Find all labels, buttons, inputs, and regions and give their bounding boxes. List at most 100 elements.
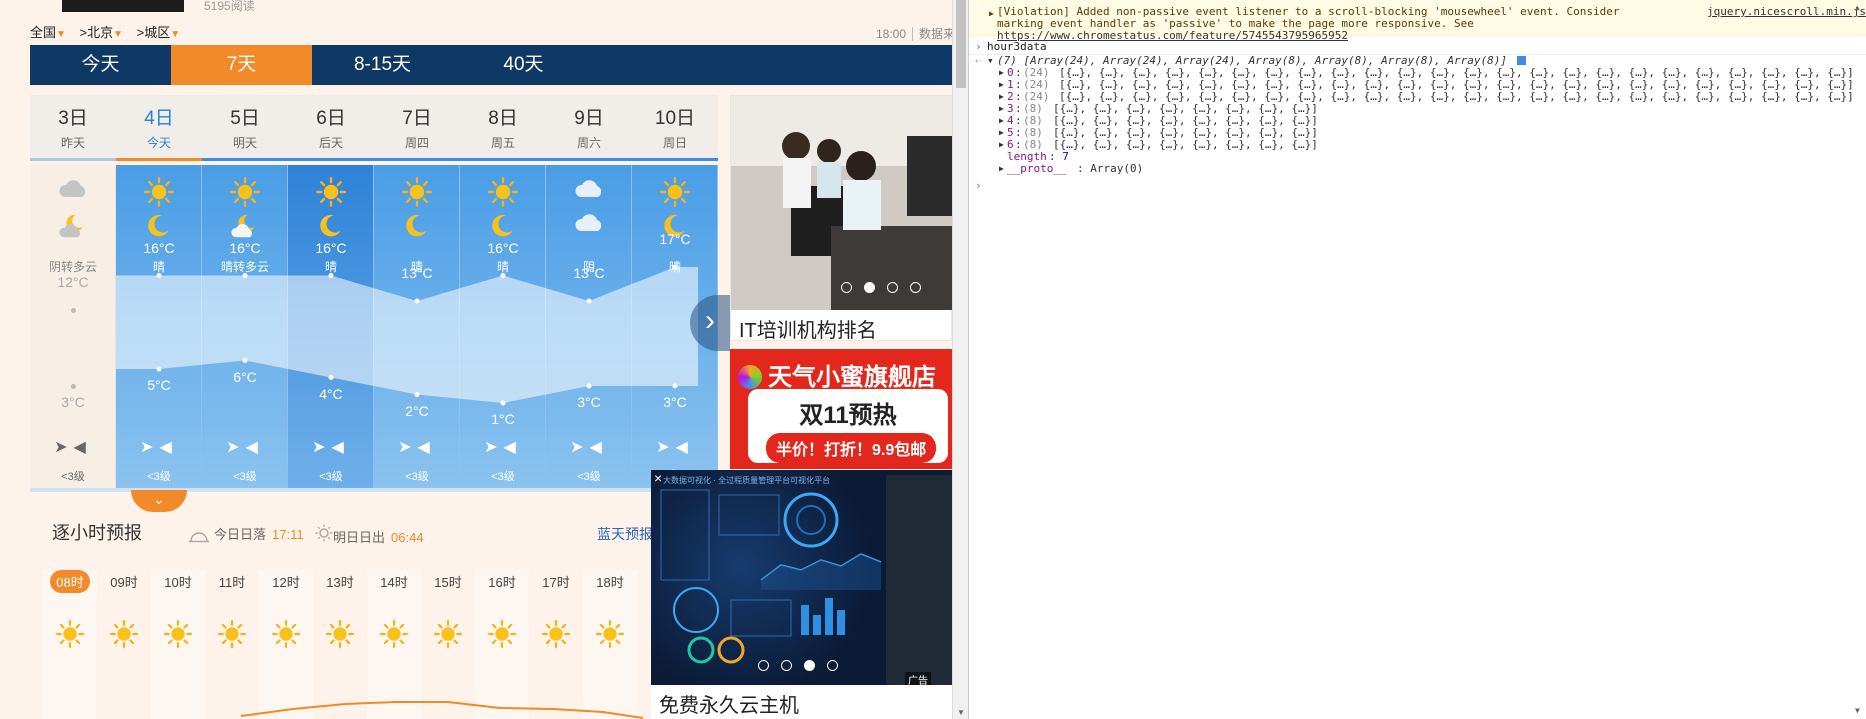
temp-point	[414, 392, 420, 397]
breadcrumb-district[interactable]: >城区▼	[137, 25, 181, 40]
cloud-icon	[30, 177, 116, 206]
breadcrumb-national[interactable]: 全国▼	[30, 25, 66, 40]
temp-point	[156, 273, 162, 278]
temperature-band	[116, 264, 698, 406]
shop-logo-icon	[738, 365, 762, 389]
day-header[interactable]: 7日 周四	[374, 95, 460, 161]
hourly-temp-line	[240, 701, 644, 719]
console-scrollbar[interactable]: ▲ ▼	[1851, 0, 1866, 719]
console-warning: ▶ [Violation] Added non-passive event li…	[969, 0, 1866, 42]
day-header[interactable]: 4日今天	[116, 95, 202, 161]
temp-low: 3°C	[61, 394, 85, 410]
temp-point	[500, 273, 506, 278]
console-input[interactable]: ›	[975, 180, 982, 192]
warning-source-link[interactable]: jquery.nicescroll.min.js	[1707, 6, 1866, 18]
sun-icon	[433, 619, 462, 653]
result-proto[interactable]: ▶ __proto__: Array(0)	[969, 163, 1866, 175]
sun-icon	[595, 619, 624, 653]
breadcrumb-beijing[interactable]: >北京▼	[80, 25, 124, 40]
tab-today[interactable]: 今天	[30, 45, 171, 85]
prompt-icon: ›	[975, 40, 982, 53]
hour-label: 16时	[488, 575, 516, 590]
chevron-down-icon: ▼	[113, 29, 124, 40]
sunset-icon	[189, 531, 209, 542]
weather-page: 5195阅读 全国▼ >北京▼ >城区▼ 18:00 数据来 今天 7天 8-15天 4…	[0, 0, 968, 719]
day-indicator-bar	[30, 158, 718, 161]
day-header[interactable]: 10日 周日	[632, 95, 718, 161]
temp-point	[71, 384, 76, 389]
warning-text: [Violation] Added non-passive event list…	[997, 5, 1620, 42]
scroll-up-icon[interactable]: ▲	[1855, 2, 1860, 14]
expand-triangle-icon[interactable]: ▶	[999, 103, 1004, 115]
hourly-title: 逐小时预报	[52, 523, 142, 543]
hour-label: 11时	[218, 575, 246, 590]
carousel-dots[interactable]	[841, 282, 921, 293]
result-row[interactable]: ▶ 6: (8) [{…}, {…}, {…}, {…}, {…}, {…}, {…}…	[969, 139, 1866, 151]
ad-weather-shop[interactable]: 天气小蜜旗舰店 双11预热 半价！打折！9.9包邮	[730, 349, 952, 469]
day-header[interactable]: 5日 明天	[202, 95, 288, 161]
seven-day-forecast: 3日 昨天 4日 今天 5日 明天 6日 后天 7日 周四 8日 周五 9日 周六 10日 周日 阴转多云 12…	[30, 95, 730, 490]
scrollbar-thumb[interactable]	[956, 0, 966, 88]
sunrise-icon	[315, 524, 333, 542]
ad-caption[interactable]: 免费永久云主机	[651, 685, 952, 719]
day-columns: 阴转多云 12°C 3°C ➤◀ <3级晴 16°C 5°C ➤◀ <3级 晴转多云 16°C 6°C…	[30, 165, 718, 490]
sun-icon	[55, 619, 84, 653]
temp-point	[414, 298, 420, 304]
blue-sky-forecast-link[interactable]: 蓝天预报	[597, 524, 653, 544]
day-date: 4日	[144, 108, 174, 129]
hour-label: 12时	[272, 575, 300, 590]
console-result: ⇠ ▾ (7) [Array(24), Array(24), Array(24), …	[969, 55, 1866, 175]
sun-icon	[163, 619, 192, 653]
sun-icon	[325, 619, 354, 653]
devtools-console: ▶ [Violation] Added non-passive event li…	[968, 0, 1866, 719]
info-icon	[1517, 56, 1526, 65]
temp-point	[586, 298, 592, 304]
tab-8-15days[interactable]: 8-15天	[312, 45, 453, 85]
day-column[interactable]: 阴转多云 12°C 3°C ➤◀ <3级	[30, 165, 116, 490]
expand-triangle-icon[interactable]: ▶	[989, 8, 994, 20]
expand-triangle-icon[interactable]: ▾	[987, 55, 994, 67]
day-weekday: 昨天	[60, 136, 85, 150]
hour-label: 13时	[326, 575, 354, 590]
ad-it-training[interactable]: IT培训机构排名	[730, 95, 953, 343]
ad-caption[interactable]: IT培训机构排名	[739, 314, 877, 343]
sun-icon	[217, 619, 246, 653]
expand-triangle-icon[interactable]: ▶	[999, 91, 1004, 103]
ad-shop-title: 天气小蜜旗舰店	[738, 357, 936, 392]
temp-point	[242, 273, 248, 278]
sunrise-info: 明日日出 06:44	[315, 524, 424, 546]
page-scrollbar[interactable]: ▼	[952, 0, 968, 719]
expand-triangle-icon[interactable]: ▶	[999, 139, 1004, 151]
temp-point	[328, 375, 334, 380]
tab-40days[interactable]: 40天	[453, 45, 594, 85]
day-weekday: 今天	[146, 136, 171, 150]
temp-point	[672, 383, 678, 389]
hour-label: 17时	[542, 575, 570, 590]
day-weekday: 周日	[662, 136, 687, 150]
carousel-dots[interactable]	[758, 660, 838, 671]
close-icon[interactable]: ×	[654, 470, 662, 486]
day-header[interactable]: 9日 周六	[546, 95, 632, 161]
scroll-down-icon[interactable]: ▼	[1855, 705, 1860, 717]
scroll-down-icon[interactable]: ▼	[957, 708, 965, 717]
day-header[interactable]: 6日 后天	[288, 95, 374, 161]
hour-label: 09时	[110, 575, 138, 590]
tab-7days[interactable]: 7天	[171, 45, 312, 85]
expand-triangle-icon[interactable]: ▶	[999, 67, 1004, 79]
day-header[interactable]: 8日 周五	[460, 95, 546, 161]
chevron-down-icon[interactable]: ⌄	[131, 490, 187, 512]
temp-point	[242, 358, 248, 363]
expand-triangle-icon[interactable]: ▶	[999, 79, 1004, 91]
expand-triangle-icon[interactable]: ▶	[999, 163, 1004, 175]
article-thumbnail[interactable]	[62, 0, 184, 12]
ad-cloud-host[interactable]: × 大数据可视化 · 全过程质量管理平台可视化平台 广告 免费永久云主机	[651, 470, 952, 719]
sun-icon	[379, 619, 408, 653]
ad-promo-pill: 半价！打折！9.9包邮	[766, 433, 937, 463]
expand-triangle-icon[interactable]: ▶	[999, 127, 1004, 139]
temp-point	[71, 307, 76, 313]
day-date: 9日	[574, 108, 604, 129]
wind-direction-icons: ➤◀	[54, 439, 92, 456]
expand-triangle-icon[interactable]: ▶	[999, 115, 1004, 127]
day-header[interactable]: 3日 昨天	[30, 95, 116, 161]
day-date: 8日	[488, 108, 518, 129]
